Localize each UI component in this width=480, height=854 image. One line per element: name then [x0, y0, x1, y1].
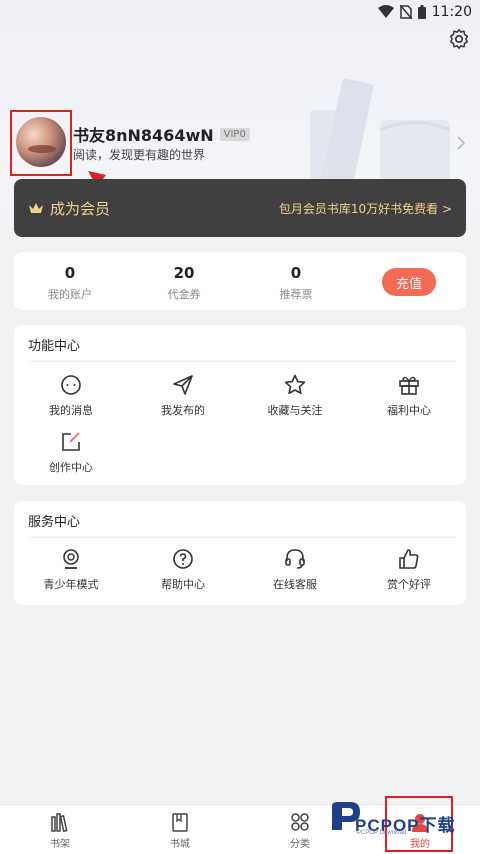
watermark-subtext: PCPOP Download	[357, 830, 407, 836]
message-icon	[61, 375, 81, 395]
service-item-help[interactable]: 帮助中心	[128, 547, 238, 592]
category-icon	[291, 813, 309, 831]
stat-label: 我的账户	[48, 288, 92, 301]
stat-voucher[interactable]: 20 代金券	[144, 264, 224, 302]
divider	[28, 537, 456, 538]
settings-gear-icon[interactable]	[448, 28, 470, 50]
gift-icon	[399, 376, 419, 395]
function-item-favorites[interactable]: 收藏与关注	[240, 373, 350, 418]
profile-name-row[interactable]: 书友8nN8464wN VIP0	[73, 122, 250, 146]
thumbs-up-icon	[399, 549, 419, 569]
tab-category[interactable]: 分类	[270, 811, 330, 850]
vip-banner-left: 成为会员	[28, 198, 110, 219]
function-item-creation[interactable]: 创作中心	[16, 430, 126, 475]
function-item-label: 我的消息	[49, 404, 93, 417]
edit-icon	[62, 432, 80, 451]
stats-card: 0 我的账户 20 代金券 0 推荐票 充值	[14, 252, 466, 310]
vip-banner[interactable]: 成为会员 包月会员书库10万好书免费看 >	[14, 179, 466, 237]
stat-value: 0	[64, 264, 76, 282]
profile-slogan: 阅读，发现更有趣的世界	[73, 148, 206, 162]
divider	[28, 361, 456, 362]
avatar[interactable]	[16, 117, 66, 167]
username: 书友8nN8464wN	[73, 126, 214, 145]
service-item-label: 帮助中心	[161, 578, 205, 591]
recharge-button[interactable]: 充值	[382, 268, 436, 296]
bookshelf-icon	[51, 813, 68, 833]
tab-label: 书架	[50, 839, 70, 850]
service-item-label: 在线客服	[273, 578, 317, 591]
avatar-highlight-box	[10, 110, 72, 176]
tab-label: 分类	[290, 839, 310, 850]
vip-level-badge: VIP0	[219, 127, 250, 141]
wifi-icon	[377, 5, 394, 18]
tab-bookstore[interactable]: 书城	[150, 811, 210, 850]
function-item-published[interactable]: 我发布的	[128, 373, 238, 418]
send-icon	[173, 375, 193, 395]
youth-icon	[63, 549, 79, 569]
no-sim-icon	[399, 5, 412, 19]
stat-recommend-ticket[interactable]: 0 推荐票	[256, 264, 336, 302]
status-time: 11:20	[431, 4, 472, 20]
star-icon	[284, 374, 306, 395]
section-title: 功能中心	[28, 339, 81, 354]
tab-bookshelf[interactable]: 书架	[30, 811, 90, 850]
vip-banner-title: 成为会员	[50, 199, 111, 218]
function-item-label: 我发布的	[161, 404, 205, 417]
vip-banner-promo: 包月会员书库10万好书免费看 >	[278, 201, 452, 216]
stat-label: 代金券	[167, 288, 201, 301]
chevron-right-icon[interactable]	[456, 135, 466, 151]
function-item-label: 收藏与关注	[267, 404, 323, 417]
service-item-youth-mode[interactable]: 青少年模式	[16, 547, 126, 592]
function-item-label: 创作中心	[49, 461, 93, 474]
status-bar: 11:20	[0, 0, 480, 24]
service-center-section: 服务中心 青少年模式 帮助中心 在线客服 赏个好评	[14, 501, 466, 605]
function-item-welfare[interactable]: 福利中心	[354, 373, 464, 418]
service-item-rate-us[interactable]: 赏个好评	[354, 547, 464, 592]
service-item-customer-service[interactable]: 在线客服	[240, 547, 350, 592]
stat-value: 20	[173, 264, 195, 282]
function-item-label: 福利中心	[387, 404, 431, 417]
stat-label: 推荐票	[279, 288, 313, 301]
function-item-messages[interactable]: 我的消息	[16, 373, 126, 418]
help-icon	[173, 549, 193, 569]
headset-icon	[285, 549, 305, 569]
battery-icon	[417, 5, 426, 19]
bookstore-icon	[172, 813, 188, 832]
tab-label: 书城	[170, 839, 190, 850]
crown-icon	[29, 203, 43, 213]
service-item-label: 青少年模式	[43, 578, 99, 591]
function-center-section: 功能中心 我的消息 我发布的 收藏与关注 福利中心 创作中心	[14, 325, 466, 485]
stat-value: 0	[290, 264, 302, 282]
section-title: 服务中心	[28, 515, 81, 530]
stat-account[interactable]: 0 我的账户	[30, 264, 110, 302]
service-item-label: 赏个好评	[387, 578, 431, 591]
